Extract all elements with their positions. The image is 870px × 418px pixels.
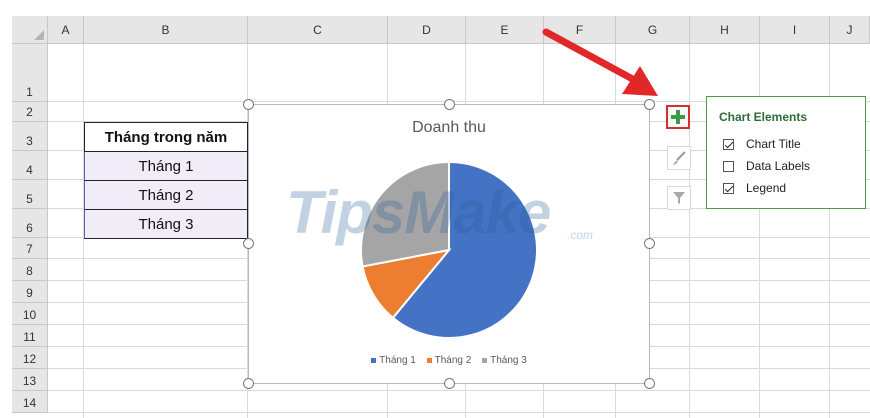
paintbrush-icon: [673, 151, 686, 165]
column-header-d[interactable]: D: [388, 16, 466, 44]
checkbox-chart-title[interactable]: [723, 138, 734, 150]
row-header-7[interactable]: 7: [12, 238, 48, 259]
row-header-14[interactable]: 14: [12, 391, 48, 413]
watermark-logo: TipsMake: [286, 179, 551, 246]
checkbox-data-labels[interactable]: [723, 160, 734, 172]
legend-swatch-3: [482, 357, 488, 363]
legend-label-1: Tháng 1: [379, 355, 416, 366]
column-header-c[interactable]: C: [248, 16, 388, 44]
option-data-labels[interactable]: Data Labels: [723, 159, 810, 173]
table-cell-thang-2[interactable]: Tháng 2: [84, 181, 248, 210]
row-header-3[interactable]: 3: [12, 122, 48, 151]
resize-handle-left[interactable]: [243, 238, 254, 249]
column-header-j[interactable]: J: [830, 16, 870, 44]
resize-handle-bottom-right[interactable]: [644, 378, 655, 389]
table-cell-thang-3[interactable]: Tháng 3: [84, 210, 248, 239]
chart-filters-button[interactable]: [667, 186, 691, 210]
option-label-data-labels: Data Labels: [746, 159, 811, 173]
row-header-2[interactable]: 2: [12, 102, 48, 122]
row-header-5[interactable]: 5: [12, 180, 48, 209]
option-label-chart-title: Chart Title: [746, 137, 801, 151]
row-header-8[interactable]: 8: [12, 259, 48, 281]
annotation-arrow: [542, 28, 658, 96]
legend-item-3: Tháng 3: [482, 355, 527, 366]
column-header-h[interactable]: H: [690, 16, 760, 44]
select-all-corner[interactable]: [12, 16, 48, 44]
row-header-13[interactable]: 13: [12, 369, 48, 391]
option-legend[interactable]: Legend: [723, 181, 786, 195]
row-header-10[interactable]: 10: [12, 303, 48, 325]
resize-handle-bottom-left[interactable]: [243, 378, 254, 389]
row-header-4[interactable]: 4: [12, 151, 48, 180]
resize-handle-top-left[interactable]: [243, 99, 254, 110]
chart-styles-button[interactable]: [667, 146, 691, 170]
screenshot-frame: A B C D E F G H I J 1 2 3 4 5 6 7 8 9 10…: [0, 0, 870, 418]
table-header-cell[interactable]: Tháng trong năm: [84, 122, 248, 152]
legend-label-3: Tháng 3: [490, 355, 527, 366]
checkbox-legend[interactable]: [723, 182, 734, 194]
legend-swatch-2: [426, 357, 432, 363]
watermark-suffix: .com: [567, 228, 594, 242]
resize-handle-bottom[interactable]: [444, 378, 455, 389]
chart-legend[interactable]: Tháng 1 Tháng 2 Tháng 3: [249, 355, 649, 366]
column-header-e[interactable]: E: [466, 16, 544, 44]
legend-item-1: Tháng 1: [371, 355, 416, 366]
spreadsheet: A B C D E F G H I J 1 2 3 4 5 6 7 8 9 10…: [12, 16, 870, 418]
row-header-1[interactable]: 1: [12, 44, 48, 102]
plus-icon: [671, 110, 685, 124]
column-header-i[interactable]: I: [760, 16, 830, 44]
row-header-12[interactable]: 12: [12, 347, 48, 369]
row-header-11[interactable]: 11: [12, 325, 48, 347]
column-header-a[interactable]: A: [48, 16, 84, 44]
row-header-9[interactable]: 9: [12, 281, 48, 303]
option-label-legend: Legend: [746, 181, 787, 195]
funnel-icon: [673, 192, 685, 204]
resize-handle-right[interactable]: [644, 238, 655, 249]
row-header-6[interactable]: 6: [12, 209, 48, 238]
table-cell-thang-1[interactable]: Tháng 1: [84, 152, 248, 181]
chart-elements-panel: Chart Elements Chart Title Data Labels L…: [706, 96, 866, 209]
legend-item-2: Tháng 2: [426, 355, 472, 366]
option-chart-title[interactable]: Chart Title: [723, 137, 801, 151]
chart-elements-title: Chart Elements: [719, 110, 808, 124]
legend-label-2: Tháng 2: [434, 355, 472, 366]
column-header-b[interactable]: B: [84, 16, 248, 44]
resize-handle-top[interactable]: [444, 99, 455, 110]
legend-swatch-1: [371, 357, 377, 363]
